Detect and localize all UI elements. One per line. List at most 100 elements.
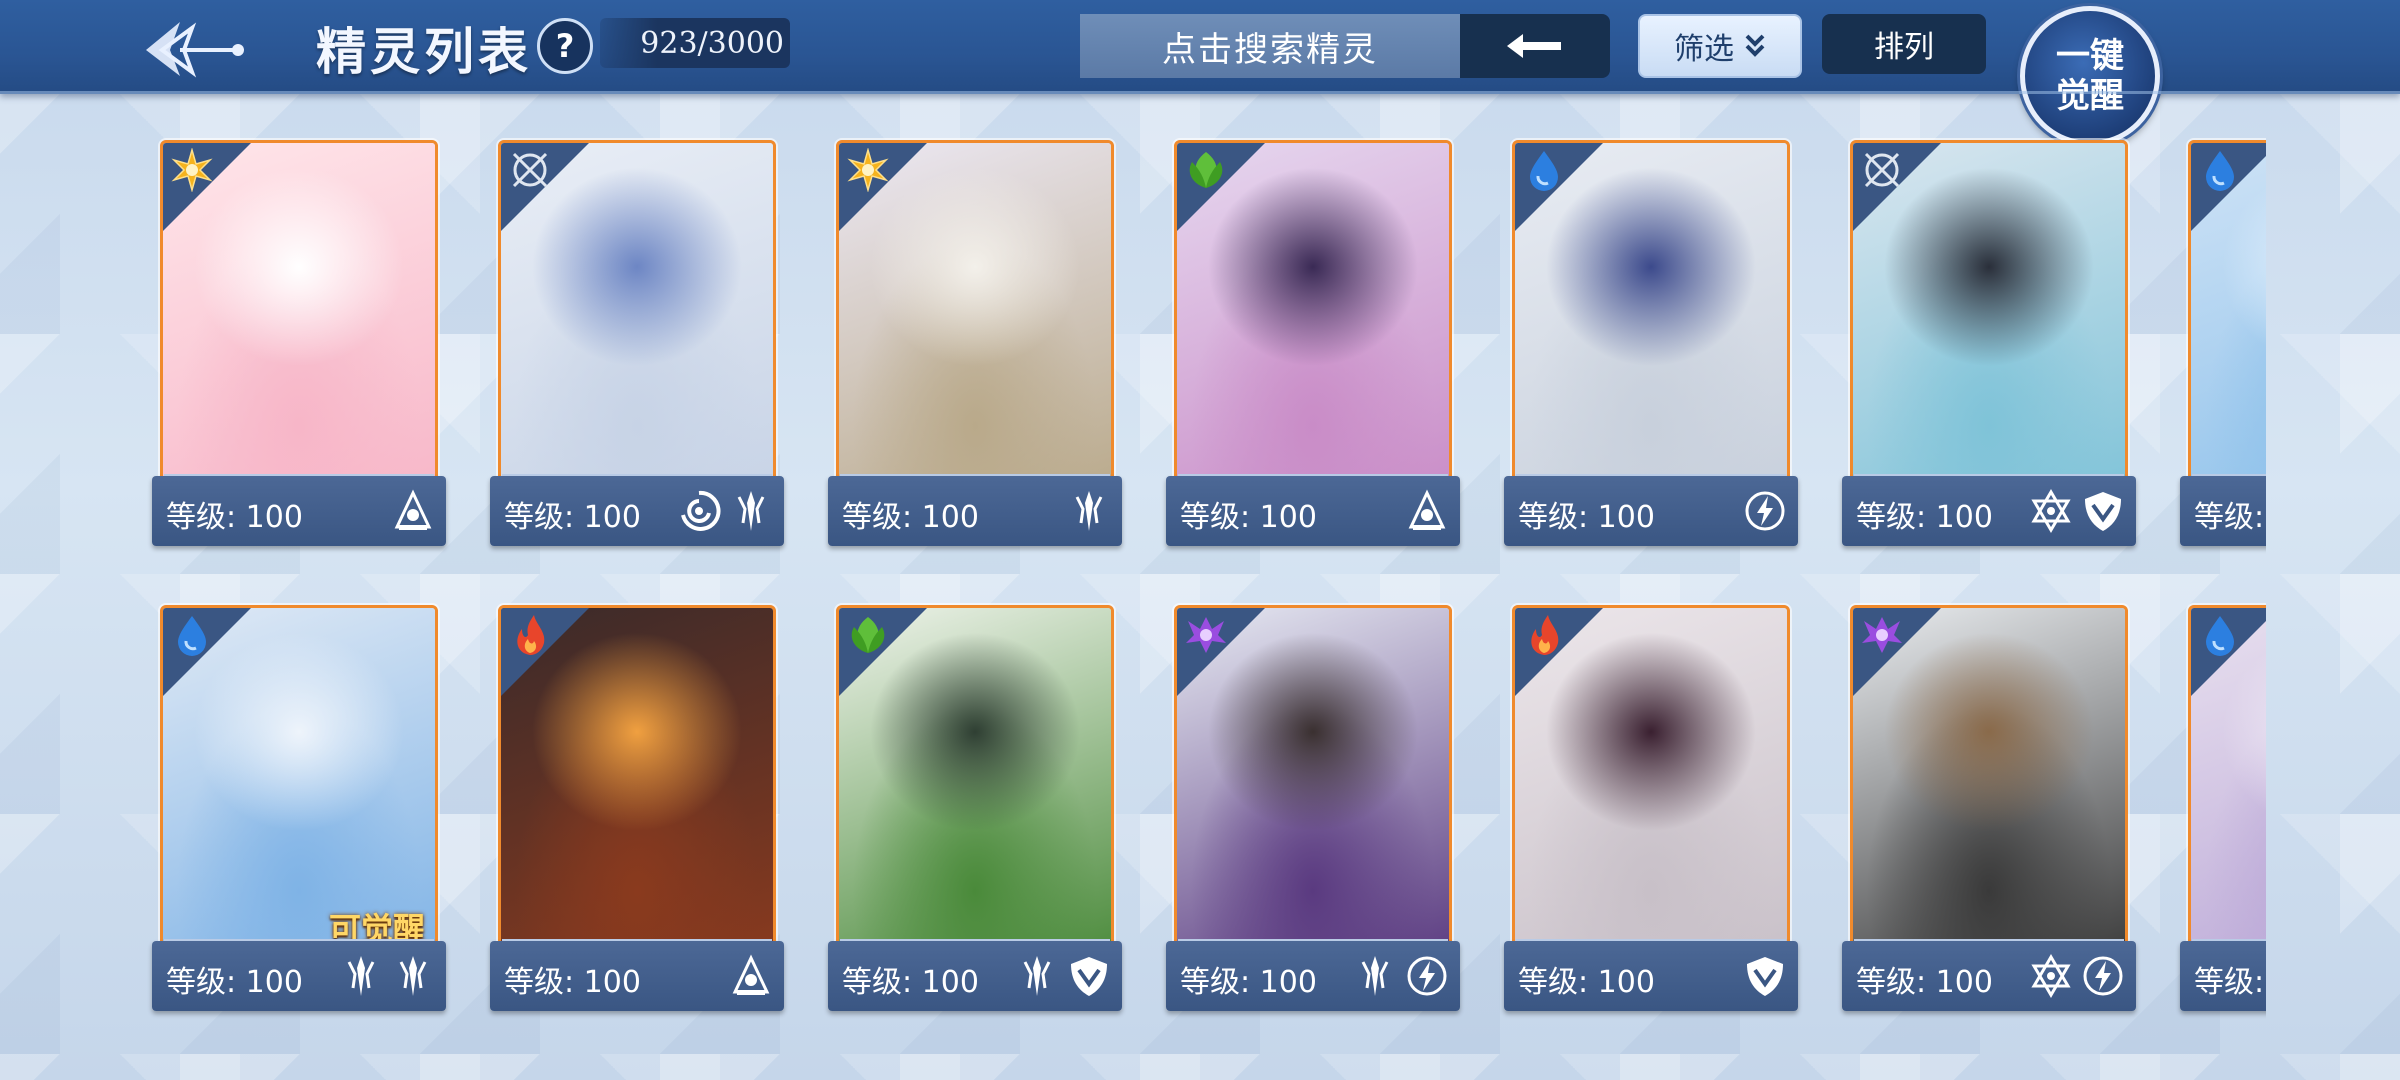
trident-icon [1014,953,1060,999]
fire-element-icon [1521,612,1567,658]
shield-icon [1066,953,1112,999]
spirit-card[interactable]: 等级: 100 [152,140,446,552]
skill-badges [1742,488,1788,534]
card-info-bar: 等级: 100 [152,474,446,546]
light-element-icon [169,147,215,193]
card-info-bar: 等级: 100 [1504,939,1798,1011]
tier-badge-icon [728,953,774,999]
spirit-card[interactable]: 等级: 100 [490,140,784,552]
spirit-card[interactable]: 可觉醒 等级: 100 [152,605,446,1017]
card-info-bar: 等级: 100 [152,939,446,1011]
card-frame: 可觉醒 [160,605,438,965]
trident-icon [728,488,774,534]
fire-element-icon [507,612,553,658]
spirit-card[interactable]: 等级: 100 [1166,140,1460,552]
normal-element-icon [507,147,553,193]
card-frame [2188,140,2266,500]
level-label: 等级: 100 [166,965,303,1000]
spirit-card[interactable]: 等级: 100 [1842,140,2136,552]
spirit-card[interactable]: 等级: 100 [2180,140,2266,552]
level-label: 等级: 100 [2194,500,2266,535]
spirit-card[interactable]: 等级: 100 [1842,605,2136,1017]
card-frame [1512,605,1790,965]
lightning-icon [2080,953,2126,999]
card-frame [498,140,776,500]
card-frame [1850,140,2128,500]
level-label: 等级: 100 [166,500,303,535]
water-element-icon [2197,612,2243,658]
trident-icon [1066,488,1112,534]
card-frame [160,140,438,500]
spirit-card[interactable]: 等级: 100 [2180,605,2266,1017]
card-info-bar: 等级: 100 [2180,474,2266,546]
spirit-card[interactable]: 等级: 100 [1166,605,1460,1017]
skill-badges [1742,953,1788,999]
water-element-icon [169,612,215,658]
lightning-icon [1404,953,1450,999]
skill-badges [1404,488,1450,534]
trident-icon [1352,953,1398,999]
card-info-bar: 等级: 100 [1166,939,1460,1011]
trident-icon [390,953,436,999]
card-info-bar: 等级: 100 [1842,474,2136,546]
card-frame [1174,605,1452,965]
grass-element-icon [845,612,891,658]
card-frame [1850,605,2128,965]
level-label: 等级: 100 [842,965,979,1000]
grass-element-icon [1183,147,1229,193]
level-label: 等级: 100 [842,500,979,535]
spirit-card[interactable]: 等级: 100 [828,605,1122,1017]
shield-icon [1742,953,1788,999]
skill-badges [728,953,774,999]
card-frame [1512,140,1790,500]
dark-element-icon [1183,612,1229,658]
card-info-bar: 等级: 100 [828,939,1122,1011]
lightning-icon [1742,488,1788,534]
level-label: 等级: 100 [504,500,641,535]
dark-element-icon [1859,612,1905,658]
skill-badges [1014,953,1112,999]
skill-badges [338,953,436,999]
hexagram-icon [2028,488,2074,534]
skill-badges [676,488,774,534]
skill-badges [2028,488,2126,534]
light-element-icon [845,147,891,193]
tier-badge-icon [390,488,436,534]
card-frame [2188,605,2266,965]
card-info-bar: 等级: 100 [490,474,784,546]
normal-element-icon [1859,147,1905,193]
level-label: 等级: 100 [1518,965,1655,1000]
spirit-card[interactable]: 等级: 100 [490,605,784,1017]
card-frame [836,605,1114,965]
water-element-icon [2197,147,2243,193]
level-label: 等级: 100 [504,965,641,1000]
hexagram-icon [2028,953,2074,999]
spirit-card[interactable]: 等级: 100 [1504,605,1798,1017]
shield-icon [2080,488,2126,534]
card-info-bar: 等级: 100 [1166,474,1460,546]
skill-badges [2028,953,2126,999]
level-label: 等级: 100 [1518,500,1655,535]
level-label: 等级: 100 [1180,500,1317,535]
card-info-bar: 等级: 100 [828,474,1122,546]
level-label: 等级: 100 [1856,500,1993,535]
card-info-bar: 等级: 100 [2180,939,2266,1011]
card-frame [498,605,776,965]
card-info-bar: 等级: 100 [490,939,784,1011]
skill-badges [1066,488,1112,534]
level-label: 等级: 100 [1856,965,1993,1000]
level-label: 等级: 100 [2194,965,2266,1000]
spirit-grid: 等级: 100 等级: 100 等级: 100 等级: 100 等级: 100 等级: 1… [0,0,2266,1080]
card-info-bar: 等级: 100 [1842,939,2136,1011]
skill-badges [390,488,436,534]
skill-badges [1352,953,1450,999]
tier-badge-icon [1404,488,1450,534]
vortex-icon [676,488,722,534]
water-element-icon [1521,147,1567,193]
card-frame [1174,140,1452,500]
spirit-card[interactable]: 等级: 100 [828,140,1122,552]
level-label: 等级: 100 [1180,965,1317,1000]
card-info-bar: 等级: 100 [1504,474,1798,546]
spirit-card[interactable]: 等级: 100 [1504,140,1798,552]
card-frame [836,140,1114,500]
